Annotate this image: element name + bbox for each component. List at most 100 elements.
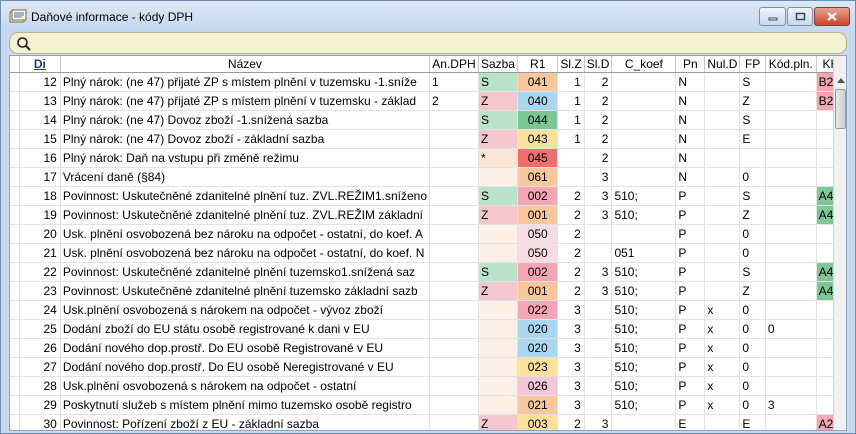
scroll-thumb[interactable] (835, 89, 846, 129)
table-row[interactable]: 17 Vrácení daně (§84) 061 3 N 0 (10, 167, 846, 187)
cell-sld: 2 (584, 129, 613, 149)
column-header-k-d-pln-[interactable]: Kód.pln. (765, 56, 817, 73)
cell-ckoef (611, 129, 677, 149)
maximize-button[interactable] (787, 7, 813, 26)
cell-r1: 002 (517, 262, 559, 282)
table-row[interactable]: 27 Dodání nového dop.prostř. Do EU osobě … (10, 357, 846, 377)
cell-sld (584, 357, 613, 377)
row-selector[interactable] (10, 338, 21, 358)
table-row[interactable]: 18 Povinnost: Uskutečněné zdanitelné plně… (10, 186, 846, 206)
table-row[interactable]: 25 Dodání zboží do EU státu osobě registr… (10, 319, 846, 339)
table-row[interactable]: 29 Poskytnutí služeb s místem plnění mimo… (10, 395, 846, 415)
row-selector[interactable] (10, 129, 21, 149)
cell-sld: 3 (584, 167, 613, 187)
table-row[interactable]: 22 Povinnost: Uskutečněné zdanitelné plně… (10, 262, 846, 282)
cell-sazba (478, 300, 518, 320)
close-button[interactable] (814, 7, 850, 26)
table-row[interactable]: 12 Plný nárok: (ne 47) přijaté ZP s míste… (10, 72, 846, 92)
search-bar[interactable] (9, 32, 847, 54)
cell-kod (765, 186, 817, 206)
cell-di: 25 (19, 319, 61, 339)
row-selector[interactable] (10, 167, 21, 187)
cell-fp: 0 (739, 395, 766, 415)
minimize-icon (768, 17, 777, 20)
cell-nazev: Usk.plnění osvobozená s nárokem na odpoč… (60, 376, 431, 396)
table-row[interactable]: 30 Povinnost: Pořízení zboží z EU - zákla… (10, 414, 846, 430)
row-selector[interactable] (10, 91, 21, 111)
cell-pn: P (675, 319, 706, 339)
cell-nul: x (704, 376, 741, 396)
column-header-r1[interactable]: R1 (517, 56, 559, 73)
cell-slz: 2 (557, 205, 585, 225)
table-row[interactable]: 26 Dodání nového dop.prostř. Do EU osobě … (10, 338, 846, 358)
row-selector[interactable] (10, 243, 21, 263)
cell-kod (765, 376, 817, 396)
column-header-sl-d[interactable]: Sl.D (584, 56, 613, 73)
row-selector[interactable] (10, 72, 21, 92)
cell-kod (765, 243, 817, 263)
row-selector[interactable] (10, 205, 21, 225)
row-selector[interactable] (10, 319, 21, 339)
column-header-nul-d[interactable]: Nul.D (704, 56, 741, 73)
table-row[interactable]: 16 Plný nárok: Daň na vstupu při změně re… (10, 148, 846, 168)
row-selector[interactable] (10, 186, 21, 206)
table-row[interactable]: 23 Povinnost: Uskutečněné zdanitelné plně… (10, 281, 846, 301)
title-bar[interactable]: Daňové informace - kódy DPH (1, 1, 855, 31)
cell-kod (765, 110, 817, 130)
cell-fp: E (739, 129, 766, 149)
table-row[interactable]: 19 Povinnost: Uskutečněné zdanitelné plně… (10, 205, 846, 225)
table-row[interactable]: 28 Usk.plnění osvobozená s nárokem na odp… (10, 376, 846, 396)
column-header-di[interactable]: Di (19, 56, 61, 73)
cell-pn: P (675, 262, 706, 282)
row-selector[interactable] (10, 262, 21, 282)
table-row[interactable]: 13 Plný nárok: (ne 47) přijaté ZP s míste… (10, 91, 846, 111)
cell-nazev: Vrácení daně (§84) (60, 167, 431, 187)
row-selector[interactable] (10, 300, 21, 320)
row-selector[interactable] (10, 224, 21, 244)
row-selector[interactable] (10, 110, 21, 130)
cell-slz: 2 (557, 414, 585, 430)
column-header-n-zev[interactable]: Název (60, 56, 431, 73)
table-row[interactable]: 24 Usk.plnění osvobozená s nárokem na odp… (10, 300, 846, 320)
row-selector[interactable] (10, 414, 21, 430)
cell-kod (765, 205, 817, 225)
cell-pn: E (675, 414, 706, 430)
cell-nazev: Plný nárok: (ne 47) přijaté ZP s místem … (60, 91, 431, 111)
cell-sazba (478, 357, 518, 377)
table-row[interactable]: 15 Plný nárok: (ne 47) Dovoz zboží - zákl… (10, 129, 846, 149)
column-header-sl-z[interactable]: Sl.Z (557, 56, 585, 73)
cell-fp: 0 (739, 243, 766, 263)
cell-r1: 023 (517, 357, 559, 377)
cell-ckoef: 510; (611, 395, 677, 415)
cell-sld (584, 224, 613, 244)
row-selector[interactable] (10, 357, 21, 377)
cell-kod (765, 224, 817, 244)
scroll-up-button[interactable] (834, 73, 846, 88)
column-header-selector[interactable] (10, 56, 21, 73)
table-row[interactable]: 21 Usk. plnění osvobozená bez nároku na o… (10, 243, 846, 263)
row-selector[interactable] (10, 395, 21, 415)
table-row[interactable]: 20 Usk. plnění osvobozená bez nároku na o… (10, 224, 846, 244)
cell-sazba (478, 243, 518, 263)
cell-di: 20 (19, 224, 61, 244)
column-header-fp[interactable]: FP (739, 56, 766, 73)
table-row[interactable]: 14 Plný nárok: (ne 47) Dovoz zboží -1.sní… (10, 110, 846, 130)
column-header-an-dph[interactable]: An.DPH (429, 56, 479, 73)
cell-sld: 3 (584, 262, 613, 282)
cell-an: 2 (429, 91, 479, 111)
row-selector[interactable] (10, 281, 21, 301)
cell-nazev: Plný nárok: (ne 47) přijaté ZP s místem … (60, 72, 431, 92)
column-header-sazba[interactable]: Sazba (478, 56, 518, 73)
row-selector[interactable] (10, 376, 21, 396)
cell-r1: 020 (517, 338, 559, 358)
row-selector[interactable] (10, 148, 21, 168)
cell-ckoef: 510; (611, 262, 677, 282)
cell-slz (557, 167, 585, 187)
minimize-button[interactable] (759, 7, 786, 26)
cell-ckoef (611, 148, 677, 168)
vertical-scrollbar[interactable] (833, 56, 846, 430)
column-header-c-koef[interactable]: C_koef (611, 56, 677, 73)
cell-ckoef (611, 110, 677, 130)
column-header-pn[interactable]: Pn (675, 56, 706, 73)
cell-nul: x (704, 357, 741, 377)
